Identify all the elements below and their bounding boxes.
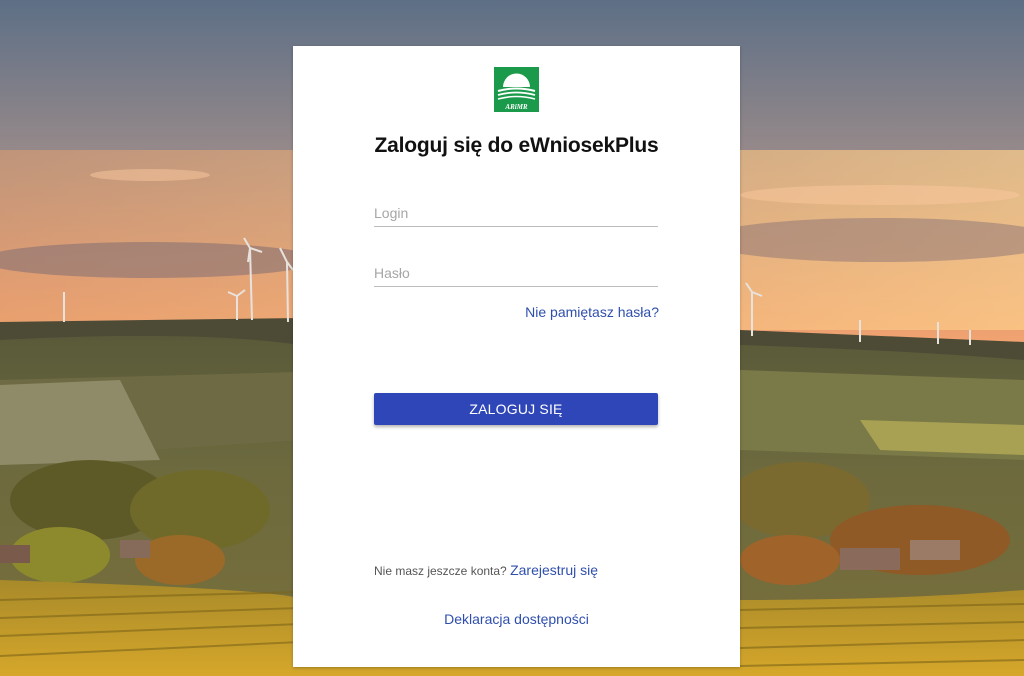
login-input[interactable] xyxy=(374,200,658,227)
forgot-password-link[interactable]: Nie pamiętasz hasła? xyxy=(525,304,659,320)
accessibility-row: Deklaracja dostępności xyxy=(293,611,740,629)
register-row: Nie masz jeszcze konta? Zarejestruj się xyxy=(374,562,598,578)
arimr-logo-icon: ARiMR xyxy=(494,67,539,112)
accessibility-declaration-link[interactable]: Deklaracja dostępności xyxy=(444,611,589,627)
password-input[interactable] xyxy=(374,260,658,287)
login-button[interactable]: ZALOGUJ SIĘ xyxy=(374,393,658,425)
logo-text: ARiMR xyxy=(504,103,528,111)
login-card: ARiMR Zaloguj się do eWniosekPlus Nie pa… xyxy=(293,46,740,667)
page-title: Zaloguj się do eWniosekPlus xyxy=(374,134,659,157)
register-link[interactable]: Zarejestruj się xyxy=(510,562,598,578)
no-account-text: Nie masz jeszcze konta? xyxy=(374,564,507,578)
